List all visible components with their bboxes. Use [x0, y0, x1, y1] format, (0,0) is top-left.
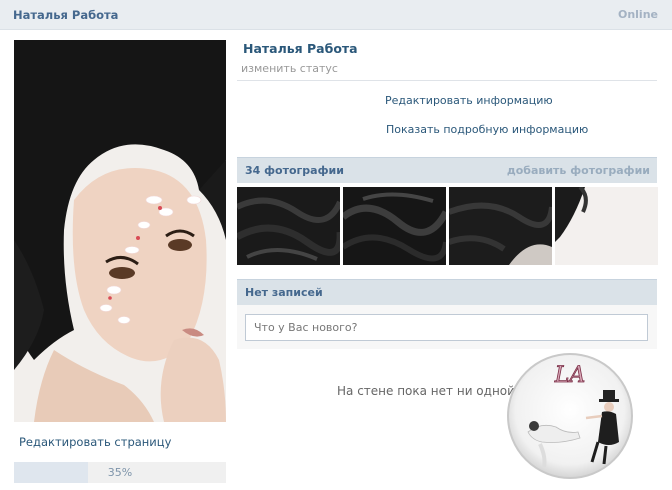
photo-thumbnail[interactable] [449, 187, 552, 265]
wall-post-input[interactable] [245, 314, 648, 341]
watermark-image: LA [507, 353, 633, 479]
photos-header: 34 фотографии добавить фотографии [237, 157, 657, 183]
page-title: Наталья Работа [243, 41, 358, 56]
wall-header: Нет записей [237, 279, 657, 305]
wall-post-box [237, 305, 657, 349]
photo-thumbnail[interactable] [555, 187, 658, 265]
top-bar-user-name[interactable]: Наталья Работа [13, 8, 118, 22]
add-photos-link[interactable]: добавить фотографии [507, 164, 650, 177]
profile-completion-progress: 35% [14, 462, 226, 483]
progress-label: 35% [107, 466, 133, 479]
edit-page-link[interactable]: Редактировать страницу [19, 435, 171, 449]
online-status: Online [617, 8, 658, 21]
photo-thumbnail[interactable] [237, 187, 340, 265]
photo-thumbnail-image [449, 187, 552, 265]
top-bar: Наталья Работа Online [0, 0, 672, 30]
profile-avatar[interactable] [14, 40, 226, 422]
avatar-image [14, 40, 226, 422]
photo-thumbnail[interactable] [343, 187, 446, 265]
watermark-text: LA [554, 363, 586, 388]
change-status-link[interactable]: изменить статус [241, 62, 338, 75]
wall-title: Нет записей [245, 286, 323, 299]
show-details-link[interactable]: Показать подробную информацию [386, 123, 588, 136]
watermark-logo: LA [506, 352, 634, 480]
divider [237, 80, 657, 81]
photo-thumbnails [237, 187, 658, 265]
edit-info-link[interactable]: Редактировать информацию [385, 94, 553, 107]
photo-thumbnail-image [343, 187, 446, 265]
photo-thumbnail-image [555, 187, 658, 265]
photos-count-link[interactable]: 34 фотографии [245, 164, 344, 177]
photo-thumbnail-image [237, 187, 340, 265]
